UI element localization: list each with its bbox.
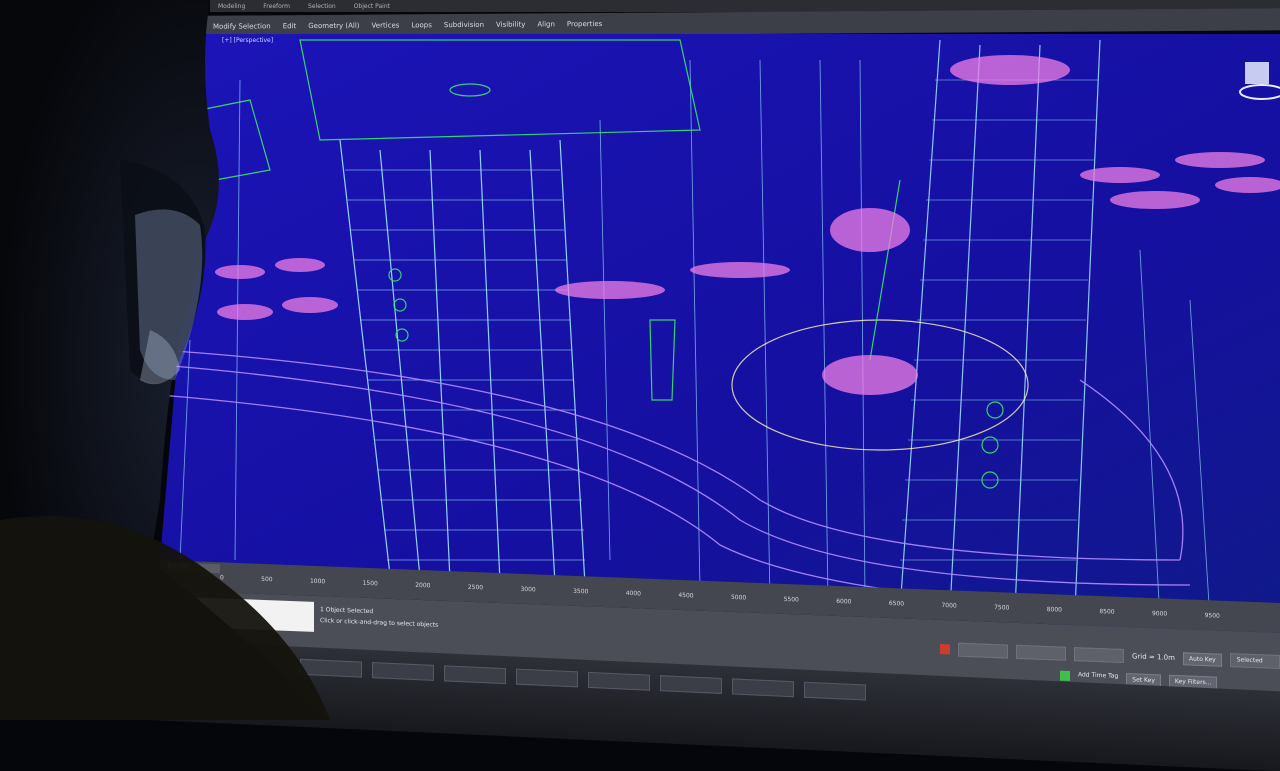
grid-label: Grid = 1.0m xyxy=(1132,652,1175,662)
tick: 9500 xyxy=(1204,612,1220,620)
taskbar-item[interactable] xyxy=(300,658,362,678)
maxscript-listener[interactable] xyxy=(166,596,314,632)
selection-set-field[interactable]: Selected xyxy=(1229,653,1280,670)
tick: 2000 xyxy=(415,581,431,590)
tick: 1500 xyxy=(362,579,378,588)
add-time-tag-icon[interactable] xyxy=(1060,670,1070,681)
tick: 8000 xyxy=(1046,606,1062,614)
taskbar-item[interactable] xyxy=(516,668,578,688)
photo-scene: Modeling Freeform Selection Object Paint… xyxy=(0,0,1280,771)
tick: 7500 xyxy=(994,604,1010,612)
tick: 3500 xyxy=(573,587,589,596)
tick: 6500 xyxy=(888,599,905,608)
lock-selection-icon[interactable] xyxy=(940,643,950,655)
status-messages: 1 Object Selected Click or click-and-dra… xyxy=(320,604,438,631)
viewport-label[interactable]: [+] [Perspective] xyxy=(222,37,273,44)
taskbar-item[interactable] xyxy=(588,671,650,691)
taskbar-item[interactable] xyxy=(372,662,434,681)
tick: 9000 xyxy=(1151,610,1168,618)
coord-y-field[interactable] xyxy=(1016,644,1066,661)
status-controls: Grid = 1.0m Auto Key Selected xyxy=(940,642,1280,670)
taskbar-item[interactable] xyxy=(660,675,722,694)
tick: 7000 xyxy=(941,602,957,610)
tick: 8500 xyxy=(1099,608,1115,616)
tick: 4000 xyxy=(625,589,641,598)
tick: 500 xyxy=(261,575,273,584)
auto-key-button[interactable]: Auto Key xyxy=(1182,651,1222,667)
tick: 5000 xyxy=(730,593,747,602)
tick: 6000 xyxy=(836,597,852,606)
tick: 1000 xyxy=(309,577,326,586)
tick: 2500 xyxy=(467,583,484,592)
coord-z-field[interactable] xyxy=(1074,647,1124,664)
taskbar-item[interactable] xyxy=(732,678,794,698)
tick: 3000 xyxy=(520,585,536,594)
taskbar-item[interactable] xyxy=(804,681,866,701)
taskbar-item[interactable] xyxy=(444,665,506,685)
tick: 0 xyxy=(220,574,224,582)
tick: 5500 xyxy=(783,595,799,604)
tick: 4500 xyxy=(678,591,694,600)
coord-x-field[interactable] xyxy=(958,642,1008,659)
